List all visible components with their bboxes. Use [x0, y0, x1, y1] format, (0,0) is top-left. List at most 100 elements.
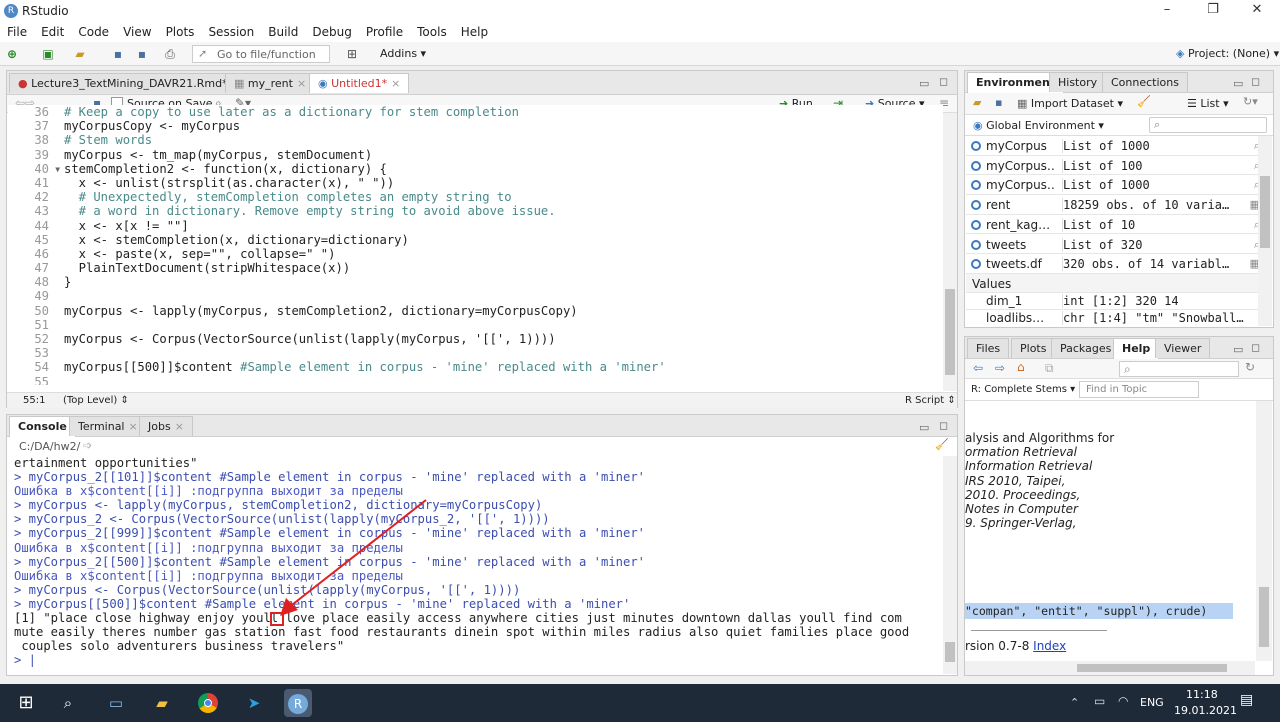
help-forward-icon[interactable]: ⇨ [995, 361, 1005, 375]
env-object-row[interactable]: rent 18259 obs. of 10 varia… ▦ [966, 195, 1268, 215]
refresh-icon[interactable]: ↻▾ [1243, 95, 1258, 108]
expand-object-icon[interactable] [971, 200, 981, 211]
file-type-selector[interactable]: R Script ⇕ [905, 395, 956, 406]
env-scrollbar[interactable] [1258, 136, 1272, 326]
env-object-row[interactable]: tweets List of 320 ⌕ [966, 235, 1268, 254]
tab-lecture3[interactable]: ● Lecture3_TextMining_DAVR21.Rmd*× [9, 73, 250, 93]
print-icon[interactable]: ⎙ [162, 46, 178, 62]
close-button[interactable]: ✕ [1234, 0, 1280, 22]
env-object-row[interactable]: rent_kag… List of 10 ⌕ [966, 215, 1268, 235]
file-explorer-icon[interactable]: ▰ [148, 689, 176, 717]
scope-dropdown[interactable]: ◉ Global Environment ▾ [973, 119, 1104, 132]
expand-object-icon[interactable] [971, 219, 981, 230]
load-workspace-icon[interactable]: ▰ [973, 96, 981, 109]
windows-start-icon[interactable]: ⊞ [12, 689, 40, 717]
tab-packages[interactable]: Packages [1051, 338, 1121, 358]
code-line[interactable]: 52 myCorpus <- Corpus(VectorSource(unlist… [8, 332, 943, 346]
code-line[interactable]: 43 # a word in dictionary. Remove empty … [8, 204, 943, 218]
help-hscroll-thumb[interactable] [1077, 664, 1227, 672]
env-maximize-icon[interactable]: ◻ [1251, 75, 1260, 88]
save-workspace-icon[interactable]: ▪ [995, 96, 1002, 109]
tab-untitled1[interactable]: ◉ Untitled1* × [309, 73, 410, 93]
code-line[interactable]: 51 [8, 318, 943, 332]
code-line[interactable]: 45 x <- stemCompletion(x, dictionary=dic… [8, 233, 943, 247]
help-search-input[interactable]: ⌕ [1119, 361, 1239, 377]
battery-icon[interactable]: ▭ [1094, 694, 1105, 708]
tab-my-rent[interactable]: ▦ my_rent × [225, 73, 316, 93]
code-line[interactable]: 54 myCorpus[[500]]$content #Sample elemen… [8, 360, 943, 374]
chrome-icon[interactable] [194, 689, 222, 717]
code-line[interactable]: 53 [8, 346, 943, 360]
menu-file[interactable]: File [0, 22, 34, 39]
goto-file-input[interactable]: ➚ Go to file/function [192, 45, 330, 63]
help-hscrollbar[interactable] [965, 661, 1255, 675]
open-file-icon[interactable]: ▰ [72, 46, 88, 62]
env-minimize-icon[interactable]: ▭ [1233, 77, 1243, 90]
editor-scroll-thumb[interactable] [945, 289, 955, 375]
code-line[interactable]: 38 # Stem words [8, 133, 943, 147]
menu-debug[interactable]: Debug [305, 22, 358, 39]
code-editor[interactable]: 36 # Keep a copy to use later as a dictio… [8, 105, 943, 385]
help-vscrollbar[interactable] [1256, 401, 1272, 661]
broom-icon[interactable]: 🧹 [1137, 95, 1151, 108]
clock-time[interactable]: 11:18 [1186, 688, 1218, 701]
save-all-icon[interactable]: ▪ [134, 46, 150, 62]
code-line[interactable]: 44 x <- x[x != ""] [8, 219, 943, 233]
code-line[interactable]: 36 # Keep a copy to use later as a dictio… [8, 105, 943, 119]
wifi-icon[interactable]: ◠ [1118, 694, 1128, 708]
clear-console-icon[interactable]: 🧹 [935, 438, 949, 451]
console-scroll-thumb[interactable] [945, 642, 955, 662]
code-line[interactable]: 37 myCorpusCopy <- myCorpus [8, 119, 943, 133]
notifications-icon[interactable]: ▤ [1240, 692, 1253, 708]
code-line[interactable]: 39 myCorpus <- tm_map(myCorpus, stemDocum… [8, 148, 943, 162]
tab-viewer[interactable]: Viewer [1155, 338, 1211, 358]
env-object-row[interactable]: myCorpus… List of 1000 ⌕ [966, 175, 1268, 195]
expand-object-icon[interactable] [971, 180, 981, 191]
expand-object-icon[interactable] [971, 259, 981, 270]
addins-menu[interactable]: Addins ▾ [380, 47, 426, 60]
save-icon[interactable]: ▪ [110, 46, 126, 62]
menu-plots[interactable]: Plots [159, 22, 202, 39]
project-menu[interactable]: ◈ Project: (None) ▾ [1176, 47, 1279, 60]
fold-icon[interactable]: ▾ [54, 162, 64, 176]
editor-minimize-icon[interactable]: ▭ [919, 77, 929, 90]
tab-console[interactable]: Console [9, 416, 76, 437]
menu-help[interactable]: Help [454, 22, 495, 39]
code-line[interactable]: 46 x <- paste(x, sep="", collapse=" ") [8, 247, 943, 261]
env-search-input[interactable]: ⌕ [1149, 117, 1267, 133]
code-line[interactable]: 47 PlainTextDocument(stripWhitespace(x)) [8, 261, 943, 275]
tray-chevron-icon[interactable]: ⌃ [1070, 696, 1079, 709]
new-project-icon[interactable]: ▣ [40, 46, 56, 62]
console-maximize-icon[interactable]: ◻ [939, 419, 948, 432]
help-home-icon[interactable]: ⌂ [1017, 360, 1025, 374]
expand-object-icon[interactable] [971, 141, 981, 151]
tab-help[interactable]: Help [1113, 338, 1160, 359]
expand-object-icon[interactable] [971, 239, 981, 250]
help-maximize-icon[interactable]: ◻ [1251, 341, 1260, 354]
grid-layout-icon[interactable]: ⊞ [344, 46, 360, 62]
editor-maximize-icon[interactable]: ◻ [939, 75, 948, 88]
help-topic-dropdown[interactable]: R: Complete Stems ▾ [971, 384, 1075, 395]
console-output[interactable]: ertainment opportunities" > myCorpus_2[[1… [8, 456, 948, 671]
code-line[interactable]: 50 myCorpus <- lapply(myCorpus, stemCompl… [8, 304, 943, 318]
console-minimize-icon[interactable]: ▭ [919, 421, 929, 434]
console-scrollbar[interactable] [943, 456, 957, 674]
code-line[interactable]: 41 x <- unlist(strsplit(as.character(x),… [8, 176, 943, 190]
code-line[interactable]: 48} [8, 275, 943, 289]
env-object-row[interactable]: myCorpus List of 1000 ⌕ [966, 136, 1268, 156]
import-dataset-button[interactable]: ▦ Import Dataset ▾ [1017, 97, 1123, 110]
menu-tools[interactable]: Tools [410, 22, 454, 39]
help-back-icon[interactable]: ⇦ [973, 361, 983, 375]
close-tab-icon[interactable]: × [297, 77, 306, 90]
telegram-icon[interactable]: ➤ [240, 689, 268, 717]
help-minimize-icon[interactable]: ▭ [1233, 343, 1243, 356]
tab-history[interactable]: History [1049, 72, 1107, 92]
code-line[interactable]: 42 # Unexpectedly, stemCompletion comple… [8, 190, 943, 204]
code-line[interactable]: 40 ▾ stemCompletion2 <- function(x, dictio… [8, 162, 943, 176]
menu-edit[interactable]: Edit [34, 22, 71, 39]
editor-scrollbar[interactable] [943, 113, 957, 391]
close-tab-icon[interactable]: × [175, 420, 184, 433]
help-popout-icon[interactable]: ⧉ [1045, 361, 1054, 376]
find-in-topic-input[interactable]: Find in Topic [1079, 381, 1199, 398]
tab-plots[interactable]: Plots [1011, 338, 1056, 358]
